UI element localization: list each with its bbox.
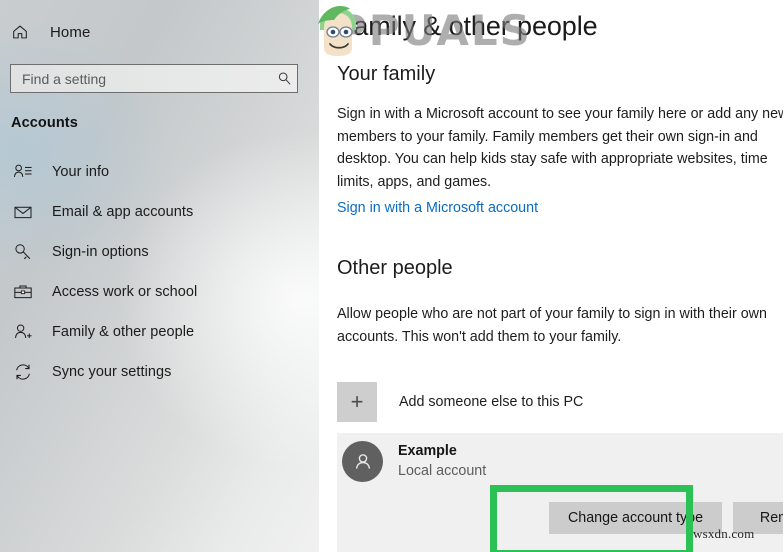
sidebar-item-label: Access work or school	[52, 284, 198, 300]
settings-window: Home Accounts	[0, 0, 783, 552]
briefcase-icon	[12, 281, 34, 303]
envelope-icon	[12, 201, 34, 223]
plus-icon: +	[337, 382, 377, 422]
account-type: Local account	[398, 463, 487, 479]
remove-account-button[interactable]: Remove	[733, 502, 783, 534]
sidebar-item-label: Sync your settings	[52, 364, 172, 380]
add-someone-else-button[interactable]: + Add someone else to this PC	[337, 382, 583, 422]
search-input[interactable]	[11, 70, 271, 87]
sidebar-item-sign-in-options[interactable]: Sign-in options	[0, 232, 319, 272]
person-avatar-icon	[342, 441, 383, 482]
user-add-icon	[12, 321, 34, 343]
sidebar-home-button[interactable]: Home	[10, 16, 90, 48]
other-people-description: Allow people who are not part of your fa…	[337, 306, 767, 345]
user-list-icon	[12, 161, 34, 183]
sidebar-nav-list: Your info Email & app accounts Sign-in o…	[0, 152, 319, 392]
sidebar-item-label: Email & app accounts	[52, 204, 194, 220]
sidebar-item-your-info[interactable]: Your info	[0, 152, 319, 192]
home-icon	[10, 22, 30, 42]
sidebar-home-label: Home	[50, 23, 91, 41]
sidebar-item-label: Your info	[52, 164, 110, 180]
your-family-heading: Your family	[337, 63, 436, 85]
sidebar-item-label: Family & other people	[52, 324, 195, 340]
search-box[interactable]	[10, 64, 298, 93]
key-icon	[12, 241, 34, 263]
sidebar: Home Accounts	[0, 0, 319, 552]
sidebar-item-family-other-people[interactable]: Family & other people	[0, 312, 319, 352]
account-row[interactable]: Example Local account Change account typ…	[337, 433, 783, 552]
main-content: Family & other people Your family Sign i…	[319, 0, 783, 552]
sidebar-item-email-app-accounts[interactable]: Email & app accounts	[0, 192, 319, 232]
page-title: Family & other people	[337, 11, 598, 41]
sidebar-item-sync-your-settings[interactable]: Sync your settings	[0, 352, 319, 392]
sync-icon	[12, 361, 34, 383]
add-someone-else-label: Add someone else to this PC	[399, 394, 584, 410]
other-people-heading: Other people	[337, 257, 453, 279]
account-identity: Example Local account	[342, 441, 486, 482]
sidebar-section-heading: Accounts	[11, 115, 78, 131]
change-account-type-button[interactable]: Change account type	[549, 502, 722, 534]
search-icon[interactable]	[271, 71, 297, 86]
account-name: Example	[398, 443, 457, 459]
sign-in-microsoft-account-link[interactable]: Sign in with a Microsoft account	[337, 200, 538, 216]
sidebar-item-access-work-or-school[interactable]: Access work or school	[0, 272, 319, 312]
sidebar-item-label: Sign-in options	[52, 244, 149, 260]
your-family-description: Sign in with a Microsoft account to see …	[337, 106, 783, 190]
